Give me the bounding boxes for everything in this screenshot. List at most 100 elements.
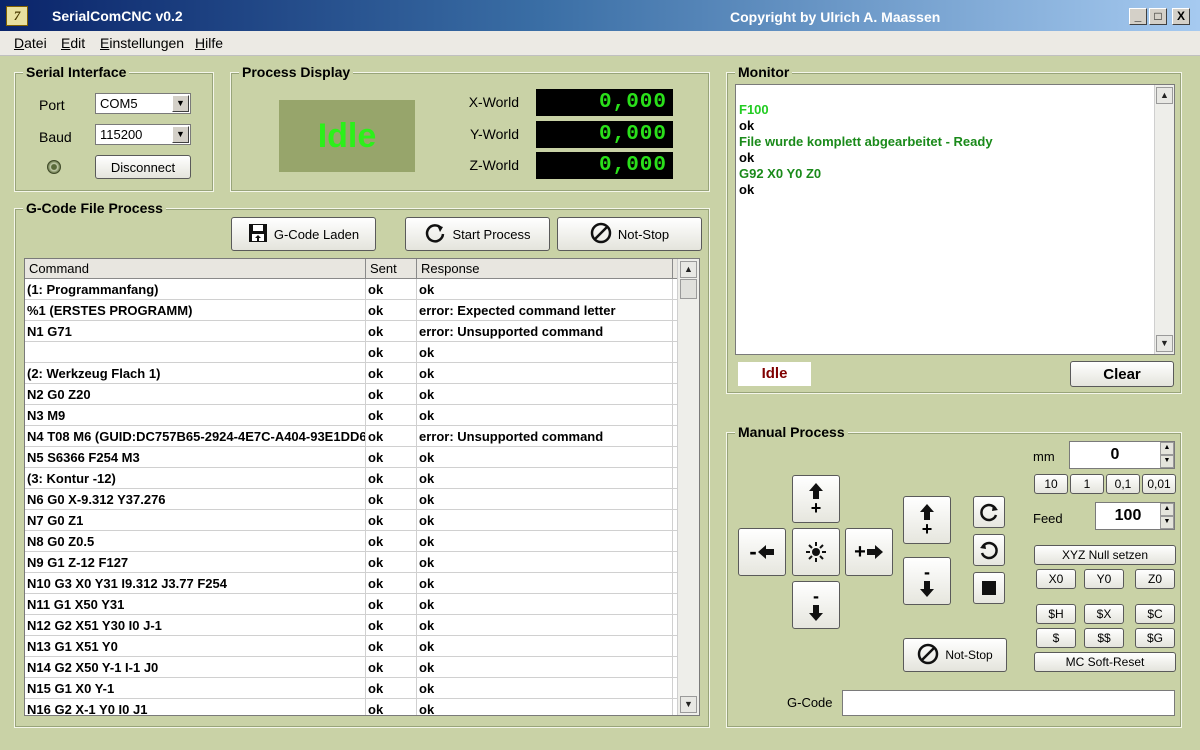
menu-einstellungen[interactable]: Einstellungen: [100, 35, 184, 51]
command-cell: N10 G3 X0 Y31 I9.312 J3.77 F254: [25, 573, 366, 593]
table-row[interactable]: N3 M9 ok ok: [25, 405, 677, 426]
jog-z-minus-button[interactable]: -: [903, 557, 951, 605]
mm-value: 0: [1110, 446, 1120, 463]
command-cell: [25, 342, 366, 362]
clear-button[interactable]: Clear: [1070, 361, 1174, 387]
settings-cmd-button[interactable]: $$: [1084, 628, 1124, 648]
xyz-null-button[interactable]: XYZ Null setzen: [1034, 545, 1176, 565]
table-row[interactable]: N6 G0 X-9.312 Y37.276 ok ok: [25, 489, 677, 510]
step-1-button[interactable]: 1: [1070, 474, 1104, 494]
spindle-cw-button[interactable]: [973, 496, 1005, 528]
table-row[interactable]: N11 G1 X50 Y31 ok ok: [25, 594, 677, 615]
menu-hilfe[interactable]: Hilfe: [195, 35, 223, 51]
spin-down-icon[interactable]: ▼: [1160, 455, 1174, 468]
gcode-state-cmd-button[interactable]: $G: [1135, 628, 1175, 648]
jog-x-minus-button[interactable]: -: [738, 528, 786, 576]
table-row[interactable]: N15 G1 X0 Y-1 ok ok: [25, 678, 677, 699]
column-header-sent[interactable]: Sent: [366, 259, 417, 278]
spin-up-icon[interactable]: ▲: [1160, 503, 1174, 516]
feed-spin-buttons[interactable]: ▲ ▼: [1160, 503, 1174, 529]
step-0-01-button[interactable]: 0,01: [1142, 474, 1176, 494]
jog-y-minus-button[interactable]: -: [792, 581, 840, 629]
gcode-table[interactable]: Command Sent Response (1: Programmanfang…: [24, 258, 700, 716]
mm-label: mm: [1033, 449, 1055, 464]
port-label: Port: [39, 97, 65, 113]
jog-y-plus-button[interactable]: +: [792, 475, 840, 523]
scroll-down-icon[interactable]: ▼: [1156, 335, 1173, 352]
soft-reset-button[interactable]: MC Soft-Reset: [1034, 652, 1176, 672]
table-row[interactable]: %1 (ERSTES PROGRAMM) ok error: Expected co…: [25, 300, 677, 321]
table-row[interactable]: (1: Programmanfang) ok ok: [25, 279, 677, 300]
check-cmd-button[interactable]: $C: [1135, 604, 1175, 624]
scroll-up-icon[interactable]: ▲: [1156, 87, 1173, 104]
manual-not-stop-button[interactable]: Not-Stop: [903, 638, 1007, 672]
gcode-load-button[interactable]: G-Code Laden: [231, 217, 376, 251]
table-row[interactable]: N1 G71 ok error: Unsupported command: [25, 321, 677, 342]
table-row[interactable]: N13 G1 X51 Y0 ok ok: [25, 636, 677, 657]
jog-z-plus-button[interactable]: +: [903, 496, 951, 544]
table-row[interactable]: N4 T08 M6 (GUID:DC757B65-2924-4E7C-A404-…: [25, 426, 677, 447]
table-row[interactable]: (3: Kontur -12) ok ok: [25, 468, 677, 489]
scroll-up-icon[interactable]: ▲: [680, 261, 697, 278]
gcode-input[interactable]: [842, 690, 1175, 716]
step-0-1-button[interactable]: 0,1: [1106, 474, 1140, 494]
gcode-file-group: G-Code File Process G-Code Laden Start P…: [14, 200, 710, 728]
spin-up-icon[interactable]: ▲: [1160, 442, 1174, 455]
gcode-file-title: G-Code File Process: [23, 200, 166, 216]
title-bar[interactable]: 7 SerialComCNC v0.2 Copyright by Ulrich …: [0, 0, 1200, 31]
spindle-ccw-button[interactable]: [973, 534, 1005, 566]
menu-hilfe-rest: ilfe: [205, 35, 224, 51]
help-cmd-button[interactable]: $: [1036, 628, 1076, 648]
unlock-cmd-button[interactable]: $X: [1084, 604, 1124, 624]
table-row[interactable]: N9 G1 Z-12 F127 ok ok: [25, 552, 677, 573]
table-row[interactable]: N10 G3 X0 Y31 I9.312 J3.77 F254 ok ok: [25, 573, 677, 594]
chevron-down-icon[interactable]: ▼: [172, 95, 189, 112]
feed-spinbox[interactable]: 100 ▲ ▼: [1095, 502, 1175, 530]
close-button[interactable]: X: [1172, 8, 1190, 25]
table-row[interactable]: N5 S6366 F254 M3 ok ok: [25, 447, 677, 468]
column-header-response[interactable]: Response: [417, 259, 673, 278]
z0-button[interactable]: Z0: [1135, 569, 1175, 589]
jog-x-plus-button[interactable]: +: [845, 528, 893, 576]
minimize-button[interactable]: _: [1129, 8, 1147, 25]
mm-spinbox[interactable]: 0 ▲ ▼: [1069, 441, 1175, 469]
chevron-down-icon[interactable]: ▼: [172, 126, 189, 143]
table-row[interactable]: N8 G0 Z0.5 ok ok: [25, 531, 677, 552]
home-xy-button[interactable]: [792, 528, 840, 576]
baud-select[interactable]: 115200 ▼: [95, 124, 191, 145]
table-row[interactable]: ok ok: [25, 342, 677, 363]
not-stop-button[interactable]: Not-Stop: [557, 217, 702, 251]
port-select[interactable]: COM5 ▼: [95, 93, 191, 114]
spindle-stop-button[interactable]: [973, 572, 1005, 604]
scroll-down-icon[interactable]: ▼: [680, 696, 697, 713]
x0-button[interactable]: X0: [1036, 569, 1076, 589]
monitor-scrollbar[interactable]: ▲ ▼: [1154, 85, 1174, 354]
command-cell: N14 G2 X50 Y-1 I-1 J0: [25, 657, 366, 677]
mm-spin-buttons[interactable]: ▲ ▼: [1160, 442, 1174, 468]
menu-datei[interactable]: Datei: [14, 35, 47, 51]
spin-down-icon[interactable]: ▼: [1160, 516, 1174, 529]
table-row[interactable]: N16 G2 X-1 Y0 I0 J1 ok ok: [25, 699, 677, 715]
y0-button[interactable]: Y0: [1084, 569, 1124, 589]
sent-cell: ok: [366, 426, 417, 446]
table-scrollbar[interactable]: ▲ ▼: [677, 259, 699, 715]
table-row[interactable]: N7 G0 Z1 ok ok: [25, 510, 677, 531]
home-cmd-button[interactable]: $H: [1036, 604, 1076, 624]
table-row[interactable]: N12 G2 X51 Y30 I0 J-1 ok ok: [25, 615, 677, 636]
process-state-display: Idle: [279, 100, 415, 172]
monitor-output[interactable]: F100 ok File wurde komplett abgearbeitet -…: [735, 84, 1175, 355]
table-row[interactable]: (2: Werkzeug Flach 1) ok ok: [25, 363, 677, 384]
gcode-load-label: G-Code Laden: [273, 226, 360, 242]
feed-value: 100: [1114, 507, 1142, 524]
menu-edit[interactable]: Edit: [61, 35, 85, 51]
table-row[interactable]: N2 G0 Z20 ok ok: [25, 384, 677, 405]
column-header-command[interactable]: Command: [25, 259, 366, 278]
command-cell: (2: Werkzeug Flach 1): [25, 363, 366, 383]
command-cell: N13 G1 X51 Y0: [25, 636, 366, 656]
start-process-button[interactable]: Start Process: [405, 217, 550, 251]
scroll-thumb[interactable]: [680, 279, 697, 299]
maximize-button[interactable]: □: [1149, 8, 1167, 25]
disconnect-button[interactable]: Disconnect: [95, 155, 191, 179]
table-row[interactable]: N14 G2 X50 Y-1 I-1 J0 ok ok: [25, 657, 677, 678]
step-10-button[interactable]: 10: [1034, 474, 1068, 494]
